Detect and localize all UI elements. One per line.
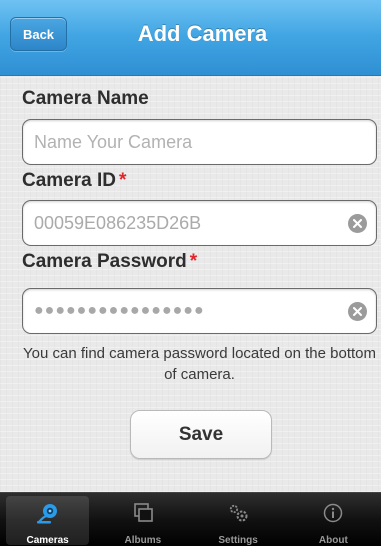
page-title: Add Camera bbox=[137, 21, 268, 46]
camera-id-label: Camera ID * bbox=[22, 170, 126, 192]
camera-id-field[interactable]: 00059E086235D26B bbox=[22, 200, 377, 246]
tab-settings[interactable]: Settings bbox=[191, 493, 286, 546]
camera-name-field[interactable]: Name Your Camera bbox=[22, 119, 377, 165]
tab-bar: Cameras Albums Settings About bbox=[0, 492, 381, 546]
camera-id-value: 00059E086235D26B bbox=[34, 213, 202, 233]
tab-label-settings: Settings bbox=[218, 535, 258, 546]
camera-password-label-text: Camera Password bbox=[22, 251, 187, 272]
tab-label-cameras: Cameras bbox=[26, 535, 69, 546]
required-asterisk: * bbox=[119, 170, 127, 191]
navigation-bar: Back Add Camera bbox=[0, 0, 381, 76]
gears-icon bbox=[230, 504, 248, 522]
albums-icon bbox=[134, 503, 153, 522]
tab-albums[interactable]: Albums bbox=[95, 493, 190, 546]
camera-name-label-text: Camera Name bbox=[22, 88, 149, 109]
camera-name-placeholder: Name Your Camera bbox=[34, 132, 193, 152]
tab-label-about: About bbox=[318, 535, 348, 546]
tab-cameras[interactable]: Cameras bbox=[0, 493, 95, 546]
save-button[interactable]: Save bbox=[130, 410, 272, 459]
camera-password-field[interactable]: ●●●●●●●●●●●●●●●● bbox=[22, 288, 377, 334]
clear-icon[interactable] bbox=[348, 302, 367, 321]
info-icon bbox=[324, 503, 343, 523]
add-camera-screen: Back Add Camera Camera Name Name Your Ca… bbox=[0, 0, 381, 546]
camera-id-label-text: Camera ID bbox=[22, 170, 116, 191]
camera-icon bbox=[36, 504, 57, 524]
tab-label-albums: Albums bbox=[124, 535, 162, 546]
camera-password-value: ●●●●●●●●●●●●●●●● bbox=[34, 302, 205, 319]
clear-icon[interactable] bbox=[348, 214, 367, 233]
camera-name-label: Camera Name bbox=[22, 88, 149, 110]
tab-about[interactable]: About bbox=[286, 493, 381, 546]
required-asterisk: * bbox=[189, 251, 198, 272]
password-hint: You can find camera password located on … bbox=[23, 345, 376, 383]
camera-password-label: Camera Password * bbox=[22, 251, 197, 273]
